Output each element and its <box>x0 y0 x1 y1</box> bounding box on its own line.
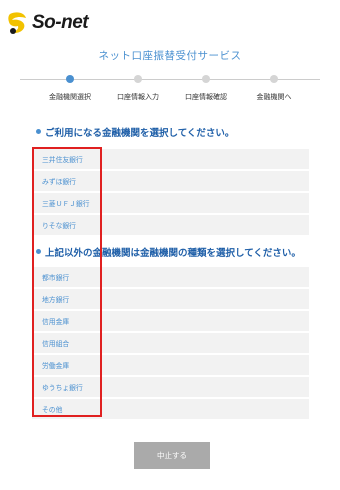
step-4-dot <box>270 75 278 83</box>
highlight-box <box>32 147 102 417</box>
section1-bullet-icon <box>36 129 41 134</box>
step-3-label: 口座情報確認 <box>185 93 227 101</box>
logo-text: So-net <box>32 12 89 33</box>
step-2-label: 口座情報入力 <box>117 93 159 101</box>
logo-mark-icon <box>6 10 30 36</box>
step-2-dot <box>134 75 142 83</box>
cancel-button[interactable]: 中止する <box>134 442 210 469</box>
service-title: ネット口座振替受付サービス <box>98 50 242 62</box>
step-1-label: 金融機関選択 <box>49 93 91 101</box>
sonet-logo[interactable]: So-net <box>6 10 89 36</box>
step-4-label: 金融機関へ <box>256 93 292 101</box>
step-1-dot <box>66 75 74 83</box>
step-3-dot <box>202 75 210 83</box>
section1-heading: ご利用になる金融機関を選択してください。 <box>45 128 235 139</box>
